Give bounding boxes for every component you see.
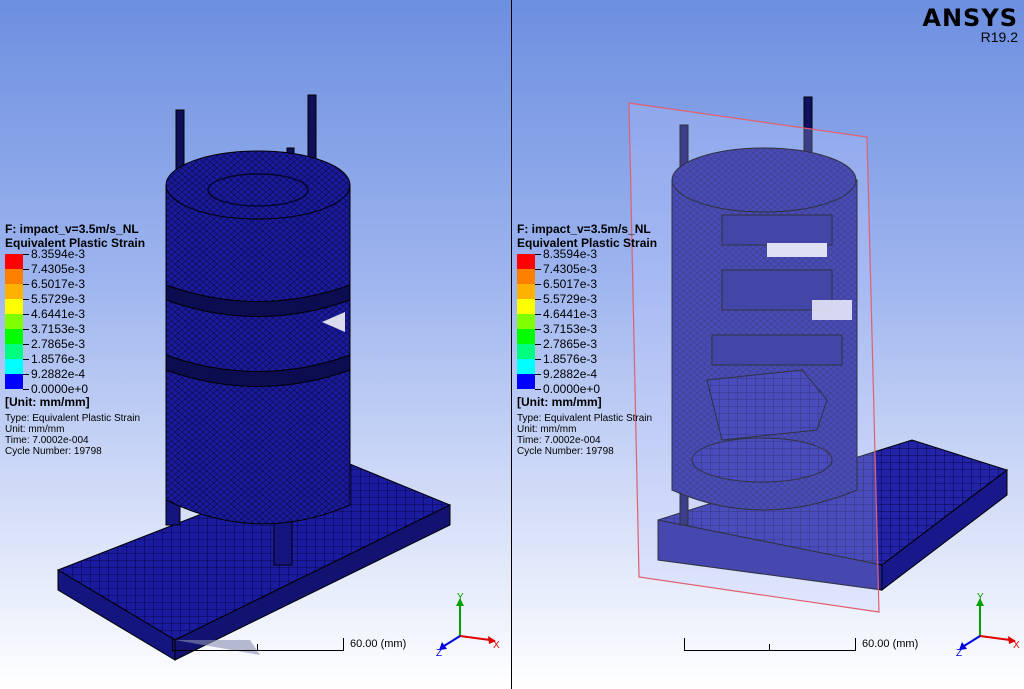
result-time: Time: 7.0002e-004 bbox=[517, 435, 601, 446]
axis-triad[interactable]: Y X Z bbox=[432, 590, 502, 660]
scale-bar bbox=[684, 638, 856, 651]
ansys-logo: ANSYS R19.2 bbox=[922, 6, 1018, 44]
legend-value: 7.4305e-3 bbox=[543, 262, 598, 276]
axis-z-label: Z bbox=[436, 648, 442, 659]
legend-swatch bbox=[517, 359, 535, 374]
result-cycle: Cycle Number: 19798 bbox=[517, 446, 614, 457]
legend-value: 8.3594e-3 bbox=[31, 247, 86, 261]
legend-value: 1.8576e-3 bbox=[31, 352, 86, 366]
viewport-right[interactable]: F: impact_v=3.5m/s_NL Equivalent Plastic… bbox=[512, 0, 1024, 689]
axis-y-label: Y bbox=[457, 592, 464, 603]
result-cycle: Cycle Number: 19798 bbox=[5, 446, 102, 457]
legend-swatch bbox=[517, 314, 535, 329]
axis-y-label: Y bbox=[977, 592, 984, 603]
scale-label: 60.00 (mm) bbox=[862, 638, 919, 650]
legend-swatch bbox=[5, 254, 23, 269]
unit-label: [Unit: mm/mm] bbox=[517, 395, 602, 409]
legend-value: 2.7865e-3 bbox=[543, 337, 598, 351]
color-bar: 8.3594e-3 7.4305e-3 6.5017e-3 5.5729e-3 … bbox=[517, 248, 667, 395]
legend-value: 3.7153e-3 bbox=[543, 322, 598, 336]
legend-value: 2.7865e-3 bbox=[31, 337, 86, 351]
legend-value: 4.6441e-3 bbox=[31, 307, 86, 321]
legend-value: 3.7153e-3 bbox=[31, 322, 86, 336]
result-unit: Unit: mm/mm bbox=[517, 424, 577, 435]
legend-value: 6.5017e-3 bbox=[31, 277, 86, 291]
legend-value: 5.5729e-3 bbox=[543, 292, 598, 306]
brand-version: R19.2 bbox=[980, 29, 1018, 45]
legend-swatch bbox=[5, 374, 23, 389]
scale-bar bbox=[172, 638, 344, 651]
legend-swatch bbox=[5, 284, 23, 299]
result-type: Type: Equivalent Plastic Strain bbox=[5, 413, 141, 424]
legend-value: 9.2882e-4 bbox=[543, 367, 598, 381]
legend-swatch bbox=[5, 344, 23, 359]
legend-swatch bbox=[517, 269, 535, 284]
result-unit: Unit: mm/mm bbox=[5, 424, 65, 435]
legend-value: 4.6441e-3 bbox=[543, 307, 598, 321]
legend-value: 0.0000e+0 bbox=[31, 382, 89, 396]
brand-name: ANSYS bbox=[922, 4, 1018, 32]
result-title: F: impact_v=3.5m/s_NL bbox=[517, 222, 651, 236]
legend-value: 6.5017e-3 bbox=[543, 277, 598, 291]
legend-swatch bbox=[5, 299, 23, 314]
result-type: Type: Equivalent Plastic Strain bbox=[517, 413, 653, 424]
result-time: Time: 7.0002e-004 bbox=[5, 435, 89, 446]
legend-value: 7.4305e-3 bbox=[31, 262, 86, 276]
legend-swatch bbox=[517, 254, 535, 269]
axis-triad[interactable]: Y X Z bbox=[952, 590, 1022, 660]
legend-swatch bbox=[5, 314, 23, 329]
legend-swatch bbox=[5, 329, 23, 344]
color-bar: 8.3594e-3 7.4305e-3 6.5017e-3 5.5729e-3 … bbox=[5, 248, 155, 395]
unit-label: [Unit: mm/mm] bbox=[5, 395, 90, 409]
legend-value: 8.3594e-3 bbox=[543, 247, 598, 261]
scale-label: 60.00 (mm) bbox=[350, 638, 407, 650]
legend-swatch bbox=[517, 284, 535, 299]
legend-swatch bbox=[517, 374, 535, 389]
legend-swatch bbox=[517, 344, 535, 359]
axis-x-label: X bbox=[1013, 640, 1020, 651]
axis-z-label: Z bbox=[956, 648, 962, 659]
legend-swatch bbox=[5, 269, 23, 284]
viewport-left[interactable]: F: impact_v=3.5m/s_NL Equivalent Plastic… bbox=[0, 0, 511, 689]
result-legend: F: impact_v=3.5m/s_NL Equivalent Plastic… bbox=[5, 222, 155, 457]
legend-value: 5.5729e-3 bbox=[31, 292, 86, 306]
legend-swatch bbox=[517, 329, 535, 344]
legend-value: 1.8576e-3 bbox=[543, 352, 598, 366]
legend-value: 0.0000e+0 bbox=[543, 382, 601, 396]
legend-swatch bbox=[5, 359, 23, 374]
legend-swatch bbox=[517, 299, 535, 314]
result-legend: F: impact_v=3.5m/s_NL Equivalent Plastic… bbox=[517, 222, 667, 457]
legend-value: 9.2882e-4 bbox=[31, 367, 86, 381]
result-title: F: impact_v=3.5m/s_NL bbox=[5, 222, 139, 236]
axis-x-label: X bbox=[493, 640, 500, 651]
